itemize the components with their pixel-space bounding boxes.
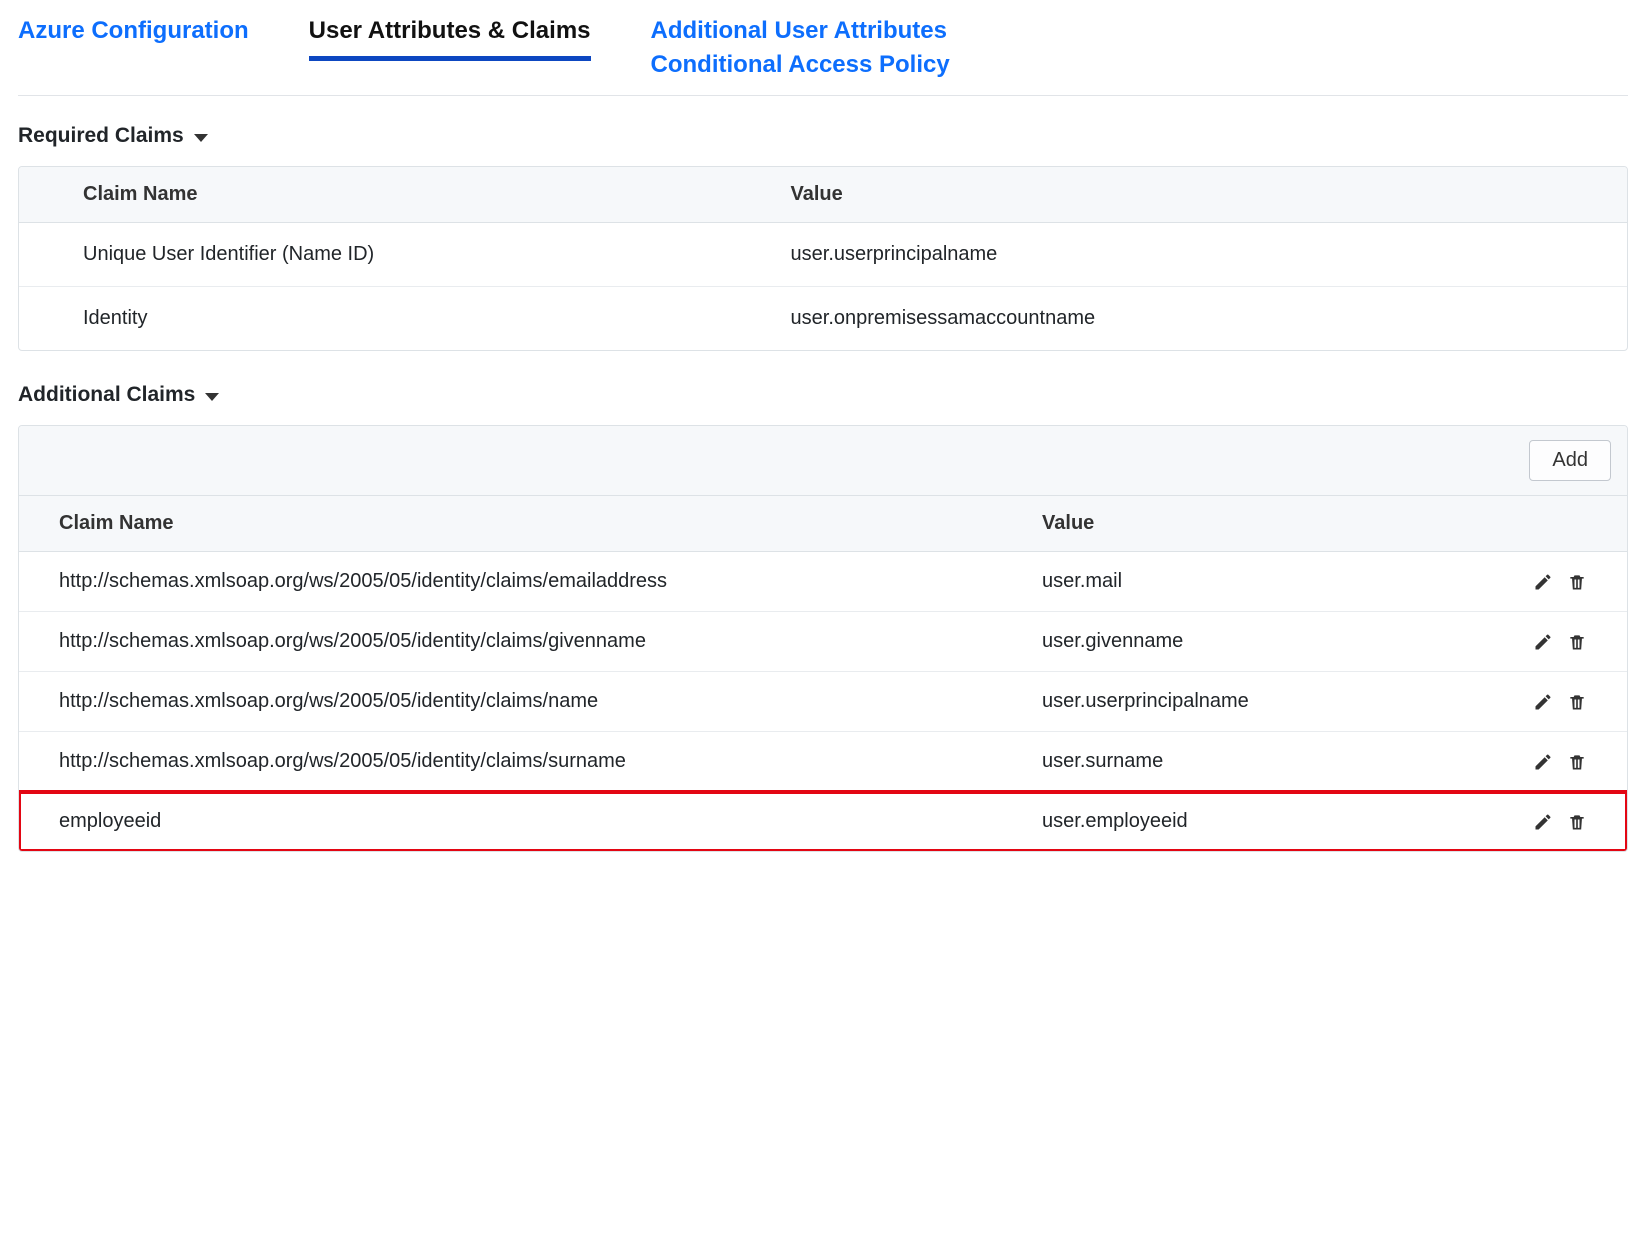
tab-azure-configuration[interactable]: Azure Configuration (18, 14, 249, 56)
additional-header-value: Value (1032, 512, 1434, 535)
claim-value-cell: user.givenname (1032, 630, 1434, 653)
required-claims-header-row: Claim Name Value (19, 167, 1627, 223)
claim-value-cell: user.employeeid (1032, 810, 1434, 833)
claim-value-cell: user.userprincipalname (727, 243, 1627, 266)
required-header-value: Value (727, 183, 1627, 206)
tab-user-attributes-claims[interactable]: User Attributes & Claims (309, 14, 591, 61)
add-claim-button[interactable]: Add (1529, 440, 1611, 481)
additional-claims-header-row: Claim Name Value (19, 496, 1627, 552)
additional-claims-table: Add Claim Name Value http://schemas.xmls… (18, 425, 1628, 852)
delete-icon[interactable] (1567, 692, 1587, 712)
edit-icon[interactable] (1533, 572, 1553, 592)
additional-claims-toolbar: Add (19, 426, 1627, 496)
table-row: http://schemas.xmlsoap.org/ws/2005/05/id… (19, 732, 1627, 792)
delete-icon[interactable] (1567, 752, 1587, 772)
claim-name-cell: http://schemas.xmlsoap.org/ws/2005/05/id… (19, 630, 1032, 653)
claim-value-cell: user.userprincipalname (1032, 690, 1434, 713)
tab-bar: Azure Configuration User Attributes & Cl… (18, 14, 1628, 96)
required-claims-label: Required Claims (18, 124, 184, 148)
required-claims-table: Claim Name Value Unique User Identifier … (18, 166, 1628, 351)
caret-down-icon (205, 393, 219, 401)
edit-icon[interactable] (1533, 632, 1553, 652)
table-row: http://schemas.xmlsoap.org/ws/2005/05/id… (19, 612, 1627, 672)
additional-header-claim-name: Claim Name (19, 512, 1032, 535)
claim-name-cell: Identity (19, 307, 727, 330)
delete-icon[interactable] (1567, 632, 1587, 652)
claim-name-cell: Unique User Identifier (Name ID) (19, 243, 727, 266)
table-row: employeeiduser.employeeid (19, 792, 1627, 851)
tab-additional-line1: Additional User Attributes (651, 14, 950, 48)
table-row: http://schemas.xmlsoap.org/ws/2005/05/id… (19, 672, 1627, 732)
table-row: http://schemas.xmlsoap.org/ws/2005/05/id… (19, 552, 1627, 612)
edit-icon[interactable] (1533, 692, 1553, 712)
delete-icon[interactable] (1567, 572, 1587, 592)
claim-value-cell: user.onpremisessamaccountname (727, 307, 1627, 330)
tab-additional-user-attributes-conditional-access[interactable]: Additional User Attributes Conditional A… (651, 14, 950, 89)
claim-name-cell: employeeid (19, 810, 1032, 833)
claim-value-cell: user.mail (1032, 570, 1434, 593)
additional-claims-label: Additional Claims (18, 383, 195, 407)
edit-icon[interactable] (1533, 752, 1553, 772)
delete-icon[interactable] (1567, 812, 1587, 832)
claim-name-cell: http://schemas.xmlsoap.org/ws/2005/05/id… (19, 690, 1032, 713)
table-row: Unique User Identifier (Name ID)user.use… (19, 223, 1627, 287)
required-header-claim-name: Claim Name (19, 183, 727, 206)
additional-claims-toggle[interactable]: Additional Claims (18, 383, 1628, 407)
required-claims-toggle[interactable]: Required Claims (18, 124, 1628, 148)
claim-name-cell: http://schemas.xmlsoap.org/ws/2005/05/id… (19, 750, 1032, 773)
tab-additional-line2: Conditional Access Policy (651, 48, 950, 82)
caret-down-icon (194, 134, 208, 142)
edit-icon[interactable] (1533, 812, 1553, 832)
claim-value-cell: user.surname (1032, 750, 1434, 773)
table-row: Identityuser.onpremisessamaccountname (19, 287, 1627, 350)
claim-name-cell: http://schemas.xmlsoap.org/ws/2005/05/id… (19, 570, 1032, 593)
